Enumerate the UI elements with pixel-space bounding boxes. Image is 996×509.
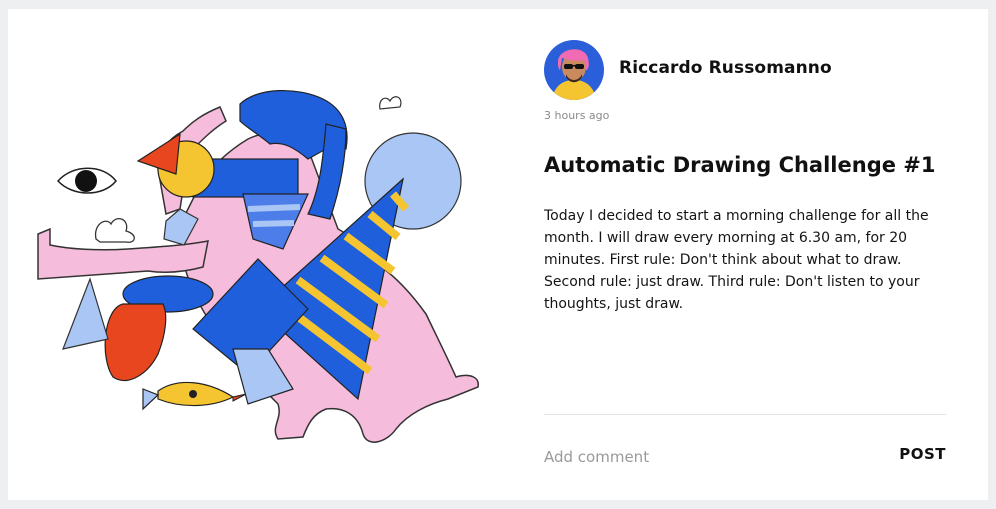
post-timestamp: 3 hours ago	[544, 109, 610, 122]
post-title: Automatic Drawing Challenge #1	[544, 153, 936, 177]
post-button[interactable]: POST	[899, 445, 946, 463]
post-sidebar: Riccardo Russomanno 3 hours ago Automati…	[544, 9, 946, 500]
user-avatar-icon[interactable]	[544, 40, 604, 100]
post-card: Riccardo Russomanno 3 hours ago Automati…	[8, 9, 988, 500]
divider	[544, 414, 946, 415]
author-name[interactable]: Riccardo Russomanno	[619, 58, 832, 78]
post-body: Today I decided to start a morning chall…	[544, 208, 929, 312]
comment-input[interactable]	[544, 446, 844, 468]
post-illustration	[8, 9, 500, 500]
illustration-svg	[37, 90, 479, 443]
